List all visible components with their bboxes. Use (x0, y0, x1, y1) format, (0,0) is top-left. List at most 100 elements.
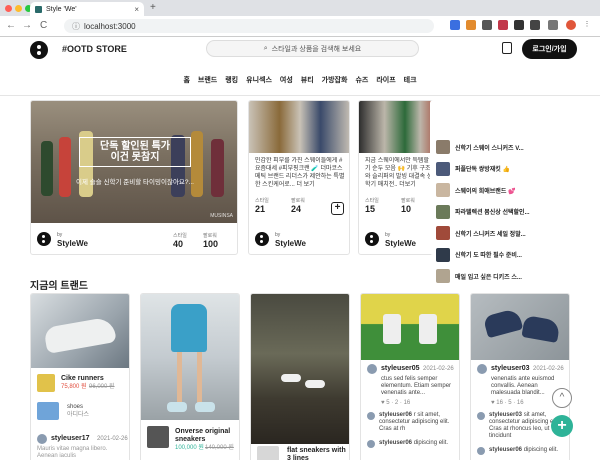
search-input[interactable]: ⌕ 스타일과 상품을 검색해 보세요 (206, 40, 419, 57)
post-date: 2021-02-26 (423, 366, 454, 372)
author-avatar[interactable] (365, 232, 379, 246)
comment: styleuser06 dipiscing elit. (489, 447, 567, 454)
product-name[interactable]: Onverse original sneakers (175, 428, 237, 444)
address-bar[interactable]: ⓘ localhost:3000 (64, 19, 434, 33)
profile-avatar[interactable] (566, 20, 576, 30)
side-list-item[interactable]: 신학기 스웨이 스니커즈 V... (436, 137, 566, 157)
product-thumb[interactable] (37, 374, 55, 392)
user-avatar[interactable] (477, 447, 485, 455)
side-list-item[interactable]: 신학기 도 따한 필수 준비... (436, 245, 566, 265)
author-name[interactable]: StyleWe (275, 239, 306, 248)
by-label: by (275, 232, 281, 238)
user-avatar[interactable] (367, 440, 375, 448)
extension-icon[interactable] (498, 20, 508, 30)
author-avatar[interactable] (37, 232, 51, 246)
user-avatar[interactable] (477, 364, 487, 374)
side-list-item[interactable]: 매일 입고 싶은 디키즈 스... (436, 266, 566, 286)
side-list-item[interactable]: 스웨이의 희애브랜드 💕 (436, 180, 566, 200)
extension-icon[interactable] (482, 20, 492, 30)
product-name[interactable]: flat sneakers with 3 lines (287, 447, 347, 460)
trend-section-title: 지금의 트랜드 (30, 281, 88, 292)
author-name[interactable]: StyleWe (57, 239, 88, 248)
user-avatar[interactable] (37, 434, 47, 444)
post-counts: ♥ 16 · 5 · 16 (491, 400, 524, 406)
side-item-thumb (436, 183, 450, 197)
product-name[interactable]: shoes (67, 404, 83, 411)
reload-icon[interactable]: C (40, 20, 47, 31)
category-brand[interactable]: 브랜드 (198, 75, 217, 89)
forward-icon[interactable]: → (22, 20, 32, 31)
add-button[interactable]: + (331, 202, 344, 215)
minimize-window-icon[interactable] (15, 5, 22, 12)
category-women[interactable]: 여성 (280, 75, 293, 89)
username[interactable]: styleuser03 (491, 365, 530, 372)
trend-card[interactable]: styleuser05 2021-02-26 ctus sed felis se… (360, 293, 460, 460)
tab-bar: Style 'We' × + (0, 0, 600, 16)
trend-image (251, 294, 349, 444)
category-beauty[interactable]: 뷰티 (301, 75, 314, 89)
browser-tab[interactable]: Style 'We' × (30, 2, 144, 16)
menu-kebab-icon[interactable]: ⋮ (582, 20, 592, 30)
stat-value: 40 (173, 239, 184, 249)
user-avatar[interactable] (367, 412, 375, 420)
username[interactable]: styleuser05 (381, 365, 420, 372)
side-item-label: 스웨이의 희애브랜드 💕 (455, 188, 516, 195)
side-list-item[interactable]: 퍼플단독 쌍방재킷 👍 (436, 159, 566, 179)
username[interactable]: styleuser17 (51, 435, 90, 442)
side-item-label: 신학기 도 따한 필수 준비... (455, 253, 522, 259)
user-avatar[interactable] (367, 364, 377, 374)
category-tech[interactable]: 테크 (404, 75, 417, 89)
user-avatar[interactable] (477, 412, 485, 420)
category-unisex[interactable]: 유니섹스 (246, 75, 272, 89)
tab-close-icon[interactable]: × (134, 5, 139, 14)
post-counts: ♥ 5 · 2 · 16 (381, 400, 411, 406)
comment-username[interactable]: styleuser06 (379, 412, 412, 418)
comment-username[interactable]: styleuser06 (379, 440, 412, 446)
author-avatar[interactable] (255, 232, 269, 246)
page: #OOTD STORE ⌕ 스타일과 상품을 검색해 보세요 로그인/가입 홈 … (0, 37, 600, 460)
info-icon: ⓘ (72, 21, 80, 31)
create-post-button[interactable]: + (551, 415, 573, 437)
comment-text: dipiscing elit. (523, 447, 559, 453)
nav-store[interactable]: STORE (96, 44, 127, 54)
new-tab-button[interactable]: + (150, 2, 156, 13)
category-bags[interactable]: 가방잡화 (322, 75, 348, 89)
extension-icon[interactable] (466, 20, 476, 30)
trend-card[interactable]: Cike runners 75,800 원 96,000 원 shoes 아디다… (30, 293, 130, 460)
scroll-top-button[interactable]: ^ (552, 388, 572, 408)
nav-ootd[interactable]: #OOTD (62, 44, 93, 54)
product-thumb[interactable] (37, 402, 59, 420)
comment-username[interactable]: styleuser06 (489, 447, 522, 453)
product-thumb[interactable] (147, 426, 169, 448)
extension-icon[interactable] (530, 20, 540, 30)
extensions-puzzle-icon[interactable] (548, 20, 558, 30)
side-item-thumb (436, 226, 450, 240)
category-life[interactable]: 라이프 (376, 75, 395, 89)
hero-image: 단독 할인된 특가 이건 못참지 이제 슬슬 신학기 준비할 타이밍이잖아요?.… (31, 101, 237, 223)
trend-card[interactable]: flat sneakers with 3 lines (250, 293, 350, 460)
category-shoes[interactable]: 슈즈 (355, 75, 368, 89)
side-list-item[interactable]: 파라텔렉션 봄신상 선택할인... (436, 202, 566, 222)
product-thumb[interactable] (257, 446, 279, 460)
extension-icon[interactable] (514, 20, 524, 30)
style-card[interactable]: 민감한 피부를 가진 스웨이들에게 #요즘대세 #피부핑크랜 🧪 더마코스메틱 … (248, 100, 350, 255)
login-button[interactable]: 로그인/가입 (522, 39, 577, 59)
trend-image (31, 294, 129, 368)
side-item-label: 파라텔렉션 봄신상 선택할인... (455, 210, 530, 216)
comment-username[interactable]: styleuser03 (489, 412, 522, 418)
extension-icon[interactable] (450, 20, 460, 30)
trend-card[interactable]: Onverse original sneakers 100,000 원 140,… (140, 293, 240, 460)
tab-title: Style 'We' (46, 5, 77, 13)
close-window-icon[interactable] (5, 5, 12, 12)
category-home[interactable]: 홈 (183, 75, 189, 89)
side-item-label: 매일 입고 싶은 디키즈 스... (455, 274, 522, 281)
site-logo[interactable] (30, 41, 48, 59)
category-ranking[interactable]: 랭킹 (225, 75, 238, 89)
shopping-bag-icon[interactable] (502, 42, 512, 54)
side-item-label: 신학기 스웨이 스니커즈 V... (455, 145, 524, 152)
hero-card[interactable]: 단독 할인된 특가 이건 못참지 이제 슬슬 신학기 준비할 타이밍이잖아요?.… (30, 100, 238, 255)
product-name[interactable]: Cike runners (61, 375, 104, 382)
author-name[interactable]: StyleWe (385, 239, 416, 248)
side-list-item[interactable]: 신학기 스니커즈 세일 정말... (436, 223, 566, 243)
back-icon[interactable]: ← (6, 20, 16, 31)
